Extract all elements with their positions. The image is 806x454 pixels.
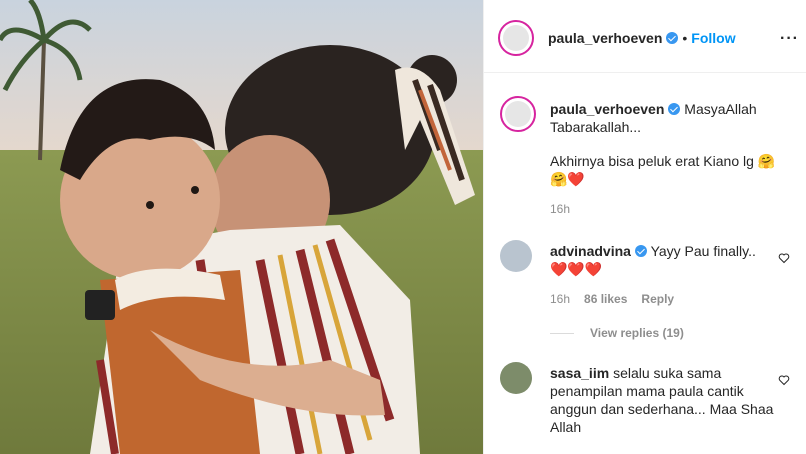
- replies-line: [550, 333, 574, 335]
- comment-text: sasa_iim selalu suka sama penampilan mam…: [550, 364, 786, 436]
- comment-time[interactable]: 16h: [550, 292, 570, 306]
- caption-text: paula_verhoeven MasyaAllah Tabarakallah.…: [550, 100, 786, 136]
- separator-dot: •: [682, 30, 688, 46]
- comment-body: Yayy Pau finally..: [650, 243, 756, 259]
- commenter-avatar[interactable]: [500, 240, 536, 276]
- author-username[interactable]: paula_verhoeven: [548, 30, 662, 46]
- author-avatar[interactable]: [498, 20, 534, 56]
- reply-button[interactable]: Reply: [641, 292, 674, 306]
- comment-text: advinadvina Yayy Pau finally..: [550, 242, 786, 260]
- caption-avatar[interactable]: [500, 96, 536, 132]
- caption-line2: Akhirnya bisa peluk erat Kiano lg 🤗: [550, 153, 776, 169]
- verified-badge-icon: [634, 245, 647, 257]
- heart-icon[interactable]: [778, 252, 790, 264]
- caption-line3: 🤗❤️: [550, 171, 585, 187]
- post-header: paula_verhoeven • Follow ···: [484, 4, 806, 73]
- commenter-avatar[interactable]: [500, 362, 536, 398]
- header-user-row: paula_verhoeven • Follow: [548, 30, 736, 48]
- caption-username[interactable]: paula_verhoeven: [550, 101, 664, 117]
- comment-meta: 16h 86 likes Reply: [550, 292, 674, 306]
- post-photo[interactable]: [0, 0, 483, 454]
- comment-likes[interactable]: 86 likes: [584, 292, 627, 306]
- post-photo-illustration: [0, 0, 483, 454]
- follow-button[interactable]: Follow: [691, 30, 735, 46]
- comment-body-line2: ❤️❤️❤️: [550, 261, 603, 277]
- view-replies-button[interactable]: View replies (19): [550, 326, 684, 340]
- commenter-username[interactable]: advinadvina: [550, 243, 631, 259]
- verified-badge-icon: [668, 103, 681, 115]
- more-options-icon[interactable]: ···: [780, 30, 799, 48]
- caption-time[interactable]: 16h: [550, 202, 570, 216]
- view-replies-label: View replies (19): [590, 326, 684, 340]
- comments-panel: paula_verhoeven • Follow ··· paula_verhoev…: [483, 0, 806, 454]
- verified-badge-icon: [666, 32, 679, 44]
- heart-icon[interactable]: [778, 374, 790, 386]
- commenter-username[interactable]: sasa_iim: [550, 365, 609, 381]
